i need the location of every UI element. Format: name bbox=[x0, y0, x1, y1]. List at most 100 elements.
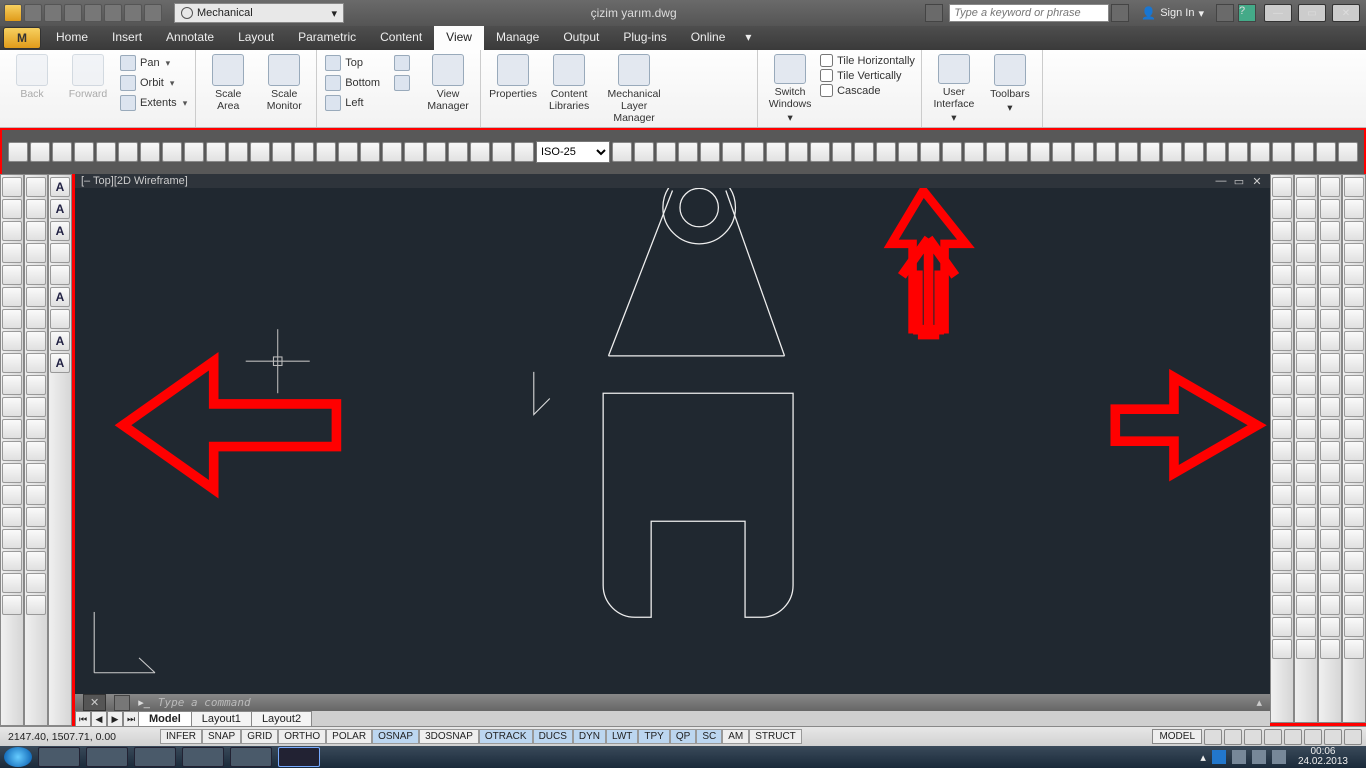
tool-icon[interactable] bbox=[1296, 595, 1316, 615]
tool-icon[interactable] bbox=[26, 441, 46, 461]
tool-icon[interactable] bbox=[1296, 419, 1316, 439]
tool-icon[interactable] bbox=[1272, 375, 1292, 395]
taskbar-app-icon[interactable] bbox=[278, 747, 320, 767]
tool-icon[interactable] bbox=[1272, 397, 1292, 417]
taskbar-app-icon[interactable] bbox=[182, 747, 224, 767]
tool-icon[interactable] bbox=[1344, 309, 1364, 329]
status-icon[interactable] bbox=[1224, 729, 1242, 745]
tool-icon[interactable] bbox=[1344, 573, 1364, 593]
tool-icon[interactable] bbox=[1320, 617, 1340, 637]
status-icon[interactable] bbox=[1264, 729, 1282, 745]
cmdline-close-icon[interactable]: ✕ bbox=[83, 694, 106, 711]
taskbar-app-icon[interactable] bbox=[230, 747, 272, 767]
tool-icon[interactable] bbox=[50, 265, 70, 285]
tool-icon[interactable] bbox=[2, 199, 22, 219]
tool-icon[interactable] bbox=[1344, 639, 1364, 659]
tool-icon[interactable] bbox=[2, 397, 22, 417]
tool-icon[interactable] bbox=[1272, 507, 1292, 527]
status-toggle-sc[interactable]: SC bbox=[696, 729, 722, 744]
view-tool-icon[interactable] bbox=[1338, 142, 1358, 162]
view-tool-icon[interactable] bbox=[678, 142, 698, 162]
status-icon[interactable] bbox=[1324, 729, 1342, 745]
tool-icon[interactable] bbox=[2, 595, 22, 615]
tool-icon[interactable] bbox=[1296, 265, 1316, 285]
view-tool-icon[interactable] bbox=[1118, 142, 1138, 162]
tool-icon[interactable] bbox=[1320, 397, 1340, 417]
view-tool-icon[interactable] bbox=[744, 142, 764, 162]
view-next-icon[interactable] bbox=[392, 74, 418, 92]
tool-icon[interactable] bbox=[26, 309, 46, 329]
tool-icon[interactable] bbox=[1296, 177, 1316, 197]
pan-button[interactable]: Pan bbox=[118, 54, 189, 72]
tool-icon[interactable] bbox=[1320, 199, 1340, 219]
tool-icon[interactable] bbox=[2, 353, 22, 373]
tool-icon[interactable] bbox=[1272, 287, 1292, 307]
tool-icon[interactable] bbox=[2, 243, 22, 263]
dim-tool-icon[interactable] bbox=[52, 142, 72, 162]
tool-icon[interactable] bbox=[2, 177, 22, 197]
saveas-icon[interactable] bbox=[84, 4, 102, 22]
model-badge[interactable]: MODEL bbox=[1152, 729, 1202, 744]
tab-view[interactable]: View bbox=[434, 26, 484, 50]
status-toggle-infer[interactable]: INFER bbox=[160, 729, 202, 744]
dim-tool-icon[interactable] bbox=[272, 142, 292, 162]
plot-icon[interactable] bbox=[104, 4, 122, 22]
ribbon-expand-icon[interactable]: ▾ bbox=[737, 26, 759, 50]
tray-volume-icon[interactable] bbox=[1272, 750, 1286, 764]
status-toggle-qp[interactable]: QP bbox=[670, 729, 696, 744]
tool-icon[interactable] bbox=[1320, 573, 1340, 593]
view-tool-icon[interactable] bbox=[898, 142, 918, 162]
tool-icon[interactable] bbox=[1272, 485, 1292, 505]
dim-tool-icon[interactable] bbox=[206, 142, 226, 162]
view-tool-icon[interactable] bbox=[1184, 142, 1204, 162]
tool-icon[interactable] bbox=[26, 529, 46, 549]
tool-icon[interactable] bbox=[26, 221, 46, 241]
status-toggle-ortho[interactable]: ORTHO bbox=[278, 729, 326, 744]
tool-icon[interactable] bbox=[1344, 529, 1364, 549]
tool-icon[interactable] bbox=[1272, 177, 1292, 197]
view-manager-button[interactable]: View Manager bbox=[422, 54, 474, 124]
arrow-icon[interactable] bbox=[925, 4, 943, 22]
tool-icon[interactable] bbox=[1296, 573, 1316, 593]
tool-icon[interactable] bbox=[1272, 221, 1292, 241]
tool-icon[interactable] bbox=[1272, 463, 1292, 483]
forward-button[interactable]: Forward bbox=[62, 54, 114, 124]
tool-icon[interactable] bbox=[1272, 639, 1292, 659]
status-toggle-struct[interactable]: STRUCT bbox=[749, 729, 802, 744]
palette-icon[interactable] bbox=[713, 74, 731, 92]
system-clock[interactable]: 00:0624.02.2013 bbox=[1292, 747, 1354, 767]
tab-annotate[interactable]: Annotate bbox=[154, 26, 226, 50]
tool-icon[interactable] bbox=[1272, 529, 1292, 549]
status-icon[interactable] bbox=[1244, 729, 1262, 745]
view-tool-icon[interactable] bbox=[700, 142, 720, 162]
view-tool-icon[interactable] bbox=[832, 142, 852, 162]
tool-icon[interactable] bbox=[1320, 507, 1340, 527]
tool-icon[interactable] bbox=[2, 375, 22, 395]
tool-icon[interactable] bbox=[1344, 375, 1364, 395]
tool-icon[interactable] bbox=[1344, 199, 1364, 219]
tool-icon[interactable] bbox=[1344, 221, 1364, 241]
view-tool-icon[interactable] bbox=[942, 142, 962, 162]
status-icon[interactable] bbox=[1204, 729, 1222, 745]
dim-tool-icon[interactable] bbox=[360, 142, 380, 162]
view-tool-icon[interactable] bbox=[810, 142, 830, 162]
back-button[interactable]: Back bbox=[6, 54, 58, 124]
tab-home[interactable]: Home bbox=[44, 26, 100, 50]
dim-tool-icon[interactable] bbox=[162, 142, 182, 162]
tool-icon[interactable] bbox=[1296, 331, 1316, 351]
content-libraries-button[interactable]: Content Libraries bbox=[543, 54, 595, 124]
dim-tool-icon[interactable] bbox=[382, 142, 402, 162]
taskbar-app-icon[interactable] bbox=[86, 747, 128, 767]
command-input[interactable]: Type a command bbox=[158, 696, 251, 709]
view-tool-icon[interactable] bbox=[612, 142, 632, 162]
tool-icon[interactable] bbox=[26, 177, 46, 197]
view-tool-icon[interactable] bbox=[1272, 142, 1292, 162]
tool-icon[interactable] bbox=[1272, 199, 1292, 219]
tab-layout[interactable]: Layout bbox=[226, 26, 286, 50]
tool-icon[interactable] bbox=[1344, 551, 1364, 571]
tool-icon[interactable] bbox=[1296, 199, 1316, 219]
view-tool-icon[interactable] bbox=[1162, 142, 1182, 162]
view-tool-icon[interactable] bbox=[854, 142, 874, 162]
view-top-button[interactable]: Top bbox=[323, 54, 388, 72]
tool-icon[interactable] bbox=[1272, 309, 1292, 329]
